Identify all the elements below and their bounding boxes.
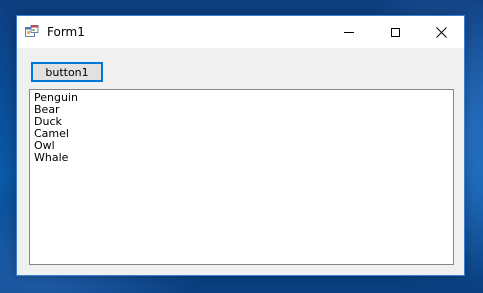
window-title: Form1	[47, 25, 85, 39]
minimize-icon	[344, 31, 354, 33]
listbox[interactable]: Penguin Bear Duck Camel Owl Whale	[29, 89, 454, 265]
button1[interactable]: button1	[31, 62, 103, 82]
close-button[interactable]	[418, 16, 464, 48]
list-item[interactable]: Duck	[34, 116, 453, 128]
list-item[interactable]: Owl	[34, 140, 453, 152]
maximize-button[interactable]	[372, 16, 418, 48]
form-client-area: button1 Penguin Bear Duck Camel Owl Whal…	[17, 48, 464, 275]
maximize-icon	[390, 27, 400, 37]
winforms-app-icon	[25, 25, 39, 37]
list-item[interactable]: Whale	[34, 152, 453, 164]
list-item[interactable]: Camel	[34, 128, 453, 140]
form-window: Form1 button1 Penguin Bear Duck Camel Ow…	[16, 15, 465, 276]
title-bar[interactable]: Form1	[17, 16, 464, 48]
list-item[interactable]: Bear	[34, 104, 453, 116]
minimize-button[interactable]	[326, 16, 372, 48]
close-icon	[435, 26, 447, 38]
list-item[interactable]: Penguin	[34, 92, 453, 104]
